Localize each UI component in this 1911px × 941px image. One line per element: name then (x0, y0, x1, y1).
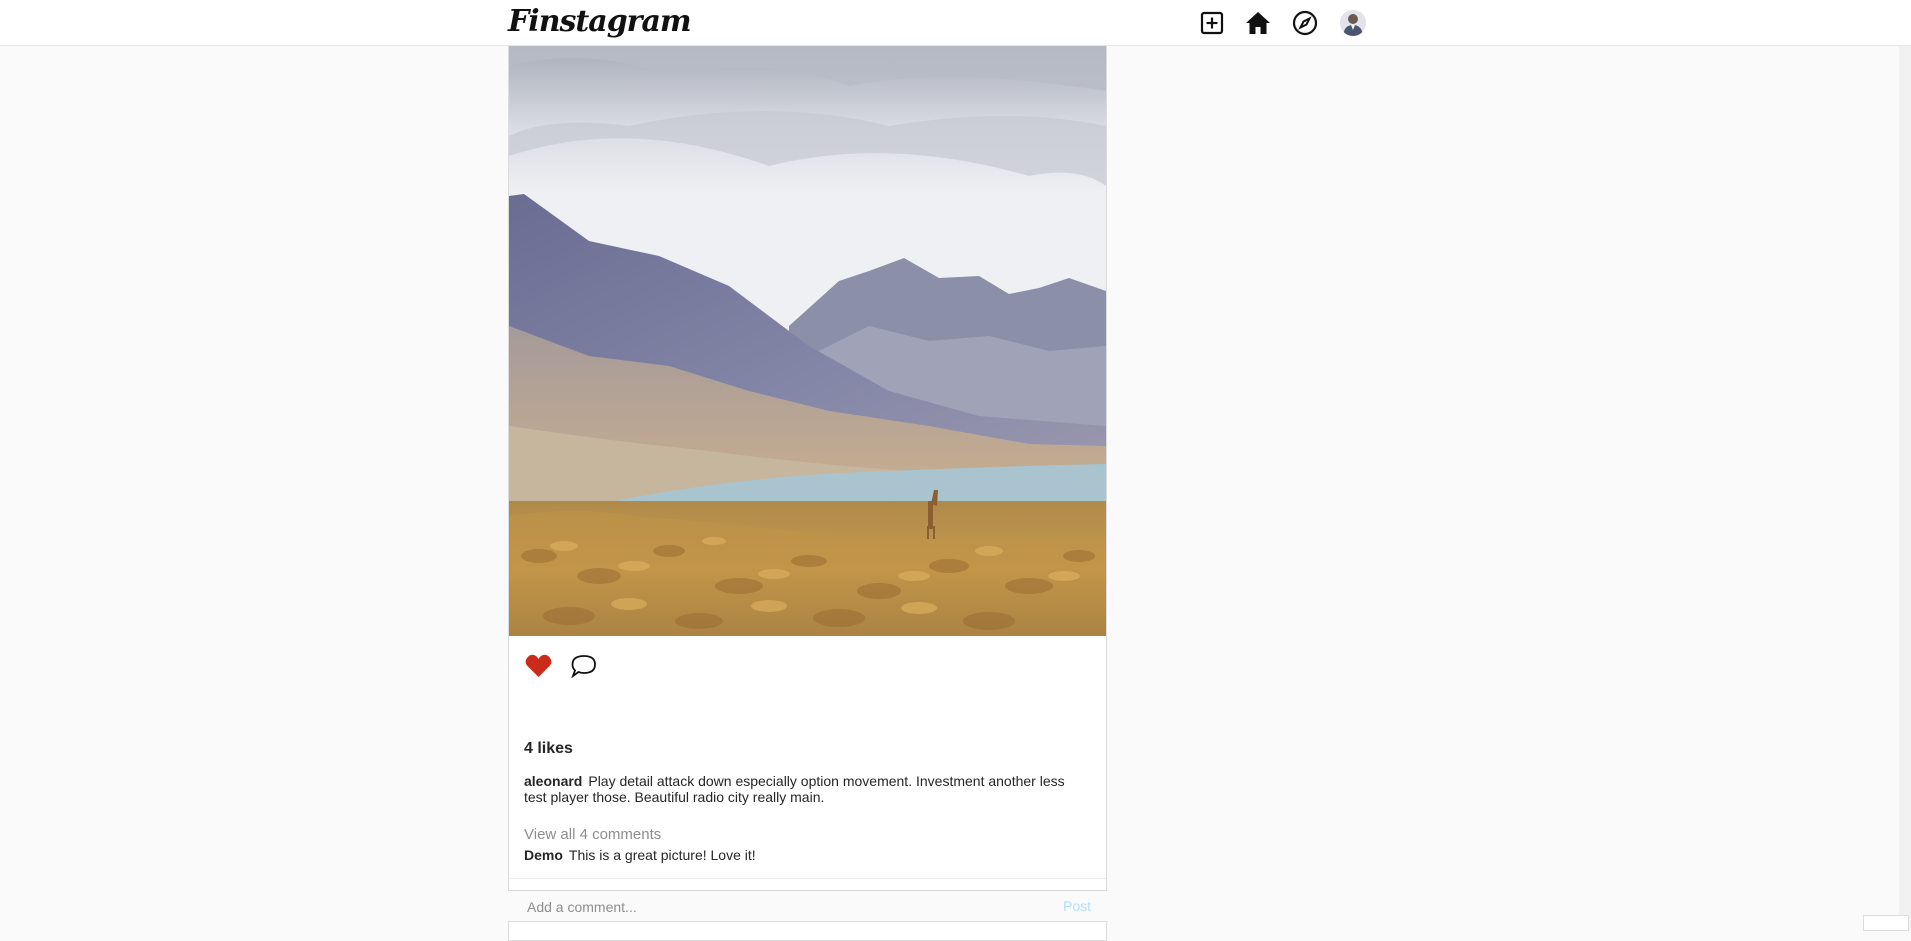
likes-count[interactable]: 4 likes (524, 740, 573, 758)
caption-text: Play detail attack down especially optio… (524, 773, 1065, 805)
next-post-card (508, 921, 1107, 941)
post-image[interactable] (509, 46, 1106, 636)
app-logo[interactable]: Finstagram (508, 4, 691, 39)
top-navigation-bar: Finstagram (0, 0, 1911, 46)
comment-input[interactable] (525, 891, 1029, 923)
profile-avatar[interactable] (1340, 10, 1366, 36)
corner-widget (1863, 915, 1909, 931)
comment-bubble-icon[interactable] (569, 652, 599, 680)
comment-item: Demo This is a great picture! Love it! (524, 847, 756, 863)
page-scrollbar[interactable] (1899, 0, 1911, 931)
post-card: 4 likes aleonardPlay detail attack down … (508, 46, 1107, 891)
caption-author[interactable]: aleonard (524, 773, 582, 789)
like-heart-icon[interactable] (523, 652, 553, 680)
comment-user[interactable]: Demo (524, 847, 563, 863)
home-icon[interactable] (1245, 10, 1271, 36)
comment-text: This is a great picture! Love it! (569, 847, 756, 863)
post-comment-button[interactable]: Post (1063, 898, 1091, 914)
post-caption: aleonardPlay detail attack down especial… (524, 773, 1089, 805)
post-actions (523, 652, 599, 680)
new-post-icon[interactable] (1199, 10, 1225, 36)
explore-compass-icon[interactable] (1292, 10, 1318, 36)
view-all-comments-link[interactable]: View all 4 comments (524, 826, 661, 843)
